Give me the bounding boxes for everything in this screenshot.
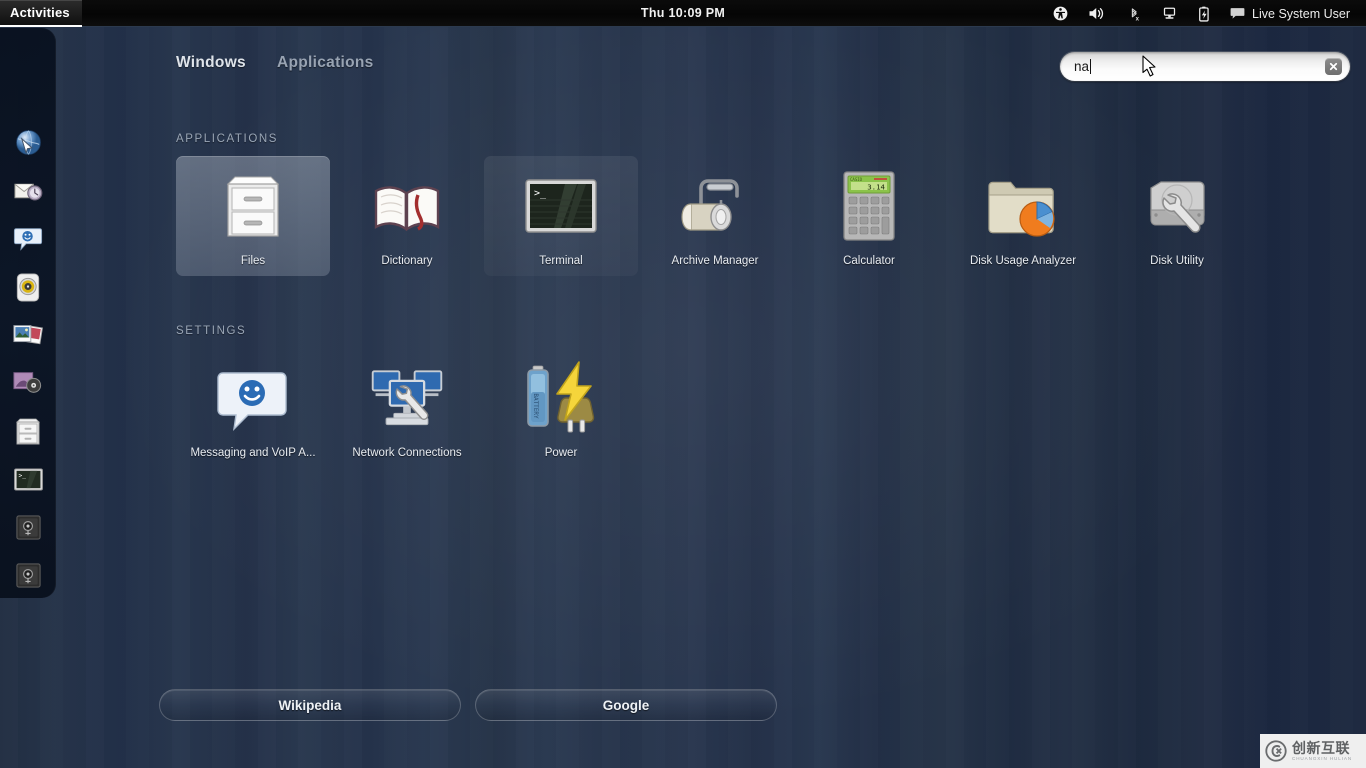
- chat-bubble-smiley-icon: [213, 358, 293, 438]
- user-name-label: Live System User: [1252, 6, 1350, 21]
- view-selector: Windows Applications: [176, 54, 374, 72]
- svg-text:CASIO: CASIO: [850, 177, 863, 182]
- app-label: Messaging and VoIP A...: [190, 447, 316, 459]
- calculator-icon: 3.14 CASIO: [829, 166, 909, 246]
- app-calculator[interactable]: 3.14 CASIO Calculator: [792, 156, 946, 276]
- app-terminal[interactable]: >_ Terminal: [484, 156, 638, 276]
- terminal-icon: >_: [13, 467, 44, 492]
- safe-vault-icon: [15, 514, 42, 541]
- web-browser-icon: [13, 128, 44, 159]
- accessibility-icon[interactable]: [1043, 0, 1078, 27]
- section-applications-title: APPLICATIONS: [176, 133, 279, 145]
- disk-wrench-icon: [1137, 166, 1217, 246]
- svg-text:>_: >_: [534, 188, 547, 199]
- search-providers: Wikipedia Google: [159, 689, 777, 721]
- dash-item-evolution-mail[interactable]: [6, 172, 50, 210]
- search-input[interactable]: na: [1074, 59, 1325, 74]
- dash-item-vault-2[interactable]: [6, 556, 50, 594]
- section-settings-title: SETTINGS: [176, 325, 247, 337]
- provider-wikipedia-button[interactable]: Wikipedia: [159, 689, 461, 721]
- calculator-display: 3.14: [867, 183, 885, 192]
- app-label: Terminal: [539, 255, 583, 267]
- watermark-logo-icon: [1265, 740, 1287, 762]
- section-settings: SETTINGS Messaging and VoIP A... Network…: [176, 325, 638, 468]
- svg-text:>_: >_: [18, 472, 26, 479]
- evolution-mail-icon: [13, 177, 44, 205]
- folder-piechart-icon: [983, 166, 1063, 246]
- dash-item-empathy[interactable]: [6, 220, 50, 258]
- app-label: Dictionary: [381, 255, 433, 267]
- watermark-text: 创新互联 CHUANGXIN HULIAN: [1292, 741, 1352, 762]
- network-wired-icon[interactable]: [1152, 0, 1187, 27]
- app-label: Disk Usage Analyzer: [969, 255, 1077, 267]
- app-network-connections[interactable]: Network Connections: [330, 348, 484, 468]
- shotwell-photos-icon: [12, 321, 44, 349]
- gnome-shell-overview: Activities Thu 10:09 PM x Live System Us…: [0, 0, 1366, 768]
- volume-icon[interactable]: [1078, 0, 1116, 27]
- bluetooth-disabled-icon[interactable]: x: [1116, 0, 1152, 27]
- top-bar: Activities Thu 10:09 PM x Live System Us…: [0, 0, 1366, 27]
- system-status-tray: x Live System User: [1043, 0, 1358, 27]
- tab-applications[interactable]: Applications: [277, 54, 374, 72]
- app-label: Calculator: [843, 255, 895, 267]
- user-menu[interactable]: Live System User: [1221, 0, 1358, 27]
- rhythmbox-music-icon: [14, 272, 42, 303]
- applications-grid: Files Dictionary >_ Terminal Archive Man…: [176, 156, 1254, 276]
- search-entry[interactable]: na: [1060, 52, 1350, 81]
- network-monitors-wrench-icon: [367, 358, 447, 438]
- app-dictionary[interactable]: Dictionary: [330, 156, 484, 276]
- watermark-en: CHUANGXIN HULIAN: [1292, 755, 1353, 761]
- app-disk-utility[interactable]: Disk Utility: [1100, 156, 1254, 276]
- activities-button[interactable]: Activities: [0, 0, 82, 27]
- activities-label: Activities: [10, 4, 70, 20]
- battery-charging-icon[interactable]: [1187, 0, 1221, 27]
- file-cabinet-icon: [213, 166, 293, 246]
- video-player-icon: [12, 369, 44, 397]
- tab-windows[interactable]: Windows: [176, 54, 246, 72]
- file-roller-icon: [675, 166, 755, 246]
- dash-item-video-player[interactable]: [6, 364, 50, 402]
- search-value: na: [1074, 59, 1090, 74]
- clear-x-icon[interactable]: [1325, 58, 1342, 75]
- dash-item-web-browser[interactable]: [6, 124, 50, 162]
- chat-bubble-icon: [1230, 7, 1245, 20]
- dash-item-vault-1[interactable]: [6, 508, 50, 546]
- app-archive-manager[interactable]: Archive Manager: [638, 156, 792, 276]
- files-cabinet-icon: [15, 416, 41, 446]
- open-book-icon: [367, 166, 447, 246]
- app-label: Power: [544, 447, 578, 459]
- watermark-cn: 创新互联: [1292, 739, 1350, 756]
- app-label: Archive Manager: [671, 255, 759, 267]
- dash-item-terminal[interactable]: >_: [6, 460, 50, 498]
- clock-label: Thu 10:09 PM: [640, 6, 726, 20]
- app-power[interactable]: BATTERY Power: [484, 348, 638, 468]
- safe-vault-icon-2: [15, 562, 42, 589]
- tab-windows-label: Windows: [176, 54, 246, 71]
- app-messaging-voip[interactable]: Messaging and VoIP A...: [176, 348, 330, 468]
- dash-item-shotwell[interactable]: [6, 316, 50, 354]
- dash-panel: >_: [0, 28, 56, 598]
- dash-item-files[interactable]: [6, 412, 50, 450]
- provider-label: Wikipedia: [278, 697, 342, 713]
- battery-plug-bolt-icon: BATTERY: [521, 358, 601, 438]
- text-caret: [1090, 59, 1092, 74]
- empathy-chat-icon: [13, 225, 43, 253]
- settings-grid: Messaging and VoIP A... Network Connecti…: [176, 348, 638, 468]
- app-label: Files: [240, 255, 266, 267]
- tab-applications-label: Applications: [276, 54, 374, 71]
- watermark: 创新互联 CHUANGXIN HULIAN: [1260, 734, 1366, 768]
- svg-text:x: x: [1136, 16, 1140, 21]
- app-files[interactable]: Files: [176, 156, 330, 276]
- svg-text:BATTERY: BATTERY: [532, 393, 539, 419]
- app-disk-usage-analyzer[interactable]: Disk Usage Analyzer: [946, 156, 1100, 276]
- app-label: Network Connections: [352, 447, 462, 459]
- dash-item-rhythmbox[interactable]: [6, 268, 50, 306]
- section-applications: APPLICATIONS Files Dictionary >_ Termina…: [176, 133, 1254, 276]
- provider-label: Google: [602, 697, 650, 713]
- terminal-window-icon: >_: [521, 166, 601, 246]
- provider-google-button[interactable]: Google: [475, 689, 777, 721]
- app-label: Disk Utility: [1150, 255, 1204, 267]
